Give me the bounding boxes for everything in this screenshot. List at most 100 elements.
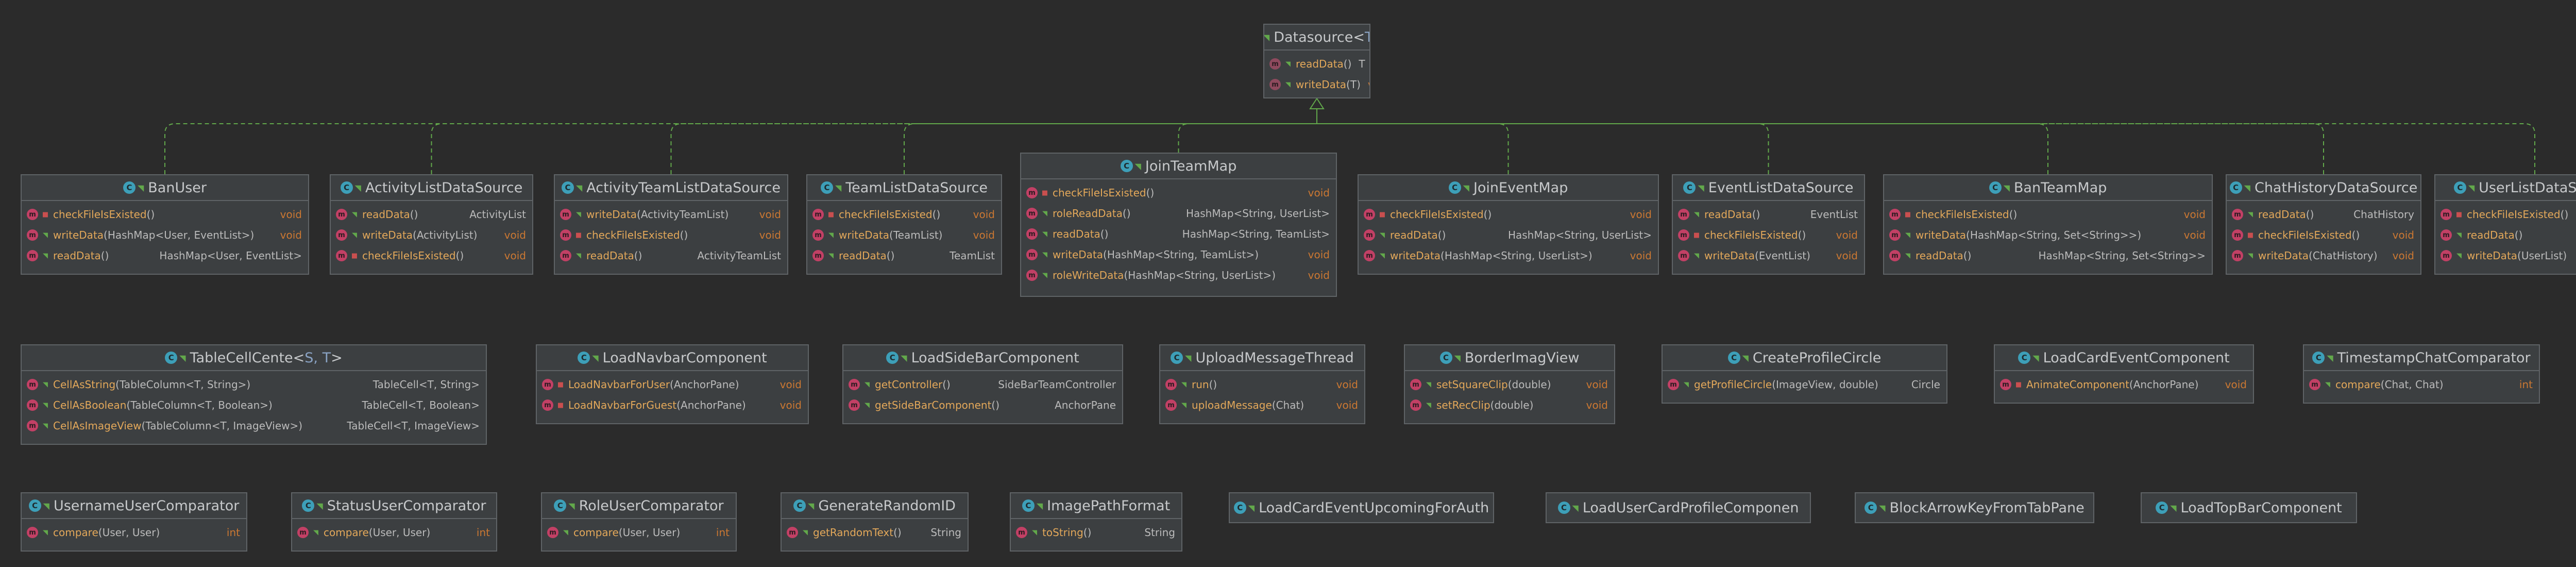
join-team-map-class[interactable]: C ◥ JoinTeamMap m ■ checkFileIsExisted() void m… — [1020, 153, 1337, 297]
join-event-map-class[interactable]: C ◥ JoinEventMap m ■ checkFileIsExisted() void… — [1358, 174, 1659, 275]
method-row[interactable]: m■checkFileIsExisted()void — [555, 225, 787, 245]
block-arrow-key-from-tab-pane-class[interactable]: C ◥ BlockArrowKeyFromTabPane — [1855, 492, 2094, 523]
method-row[interactable]: m ◥ writeData(T) void — [1264, 74, 1369, 95]
class-header: C ◥ ActivityListDataSource — [331, 175, 532, 201]
load-side-bar-component-class[interactable]: C ◥ LoadSideBarComponent m ◥ getController() S… — [842, 344, 1123, 424]
team-list-data-source-class[interactable]: C ◥ TeamListDataSource m ■ checkFileIsExisted… — [806, 174, 1002, 275]
method-row[interactable]: m ◥ writeData (HashMap<String, Set<String>>… — [1884, 225, 2212, 245]
public-visibility-icon: ◥ — [2456, 231, 2462, 239]
method-icon: m — [1026, 270, 1038, 281]
method-params: () — [2306, 208, 2314, 221]
class-icon: C — [1448, 181, 1461, 194]
activity-list-data-source-class[interactable]: C ◥ ActivityListDataSource m ◥ readData() Acti… — [330, 174, 533, 275]
method-row[interactable]: m ■ LoadNavbarForGuest (AnchorPane) void — [537, 395, 808, 415]
method-row[interactable]: m■checkFileIsExisted()void — [331, 245, 532, 266]
private-lock-icon: ■ — [557, 380, 564, 389]
load-card-event-upcoming-for-author-class[interactable]: C ◥ LoadCardEventUpcomingForAuth — [1229, 492, 1494, 523]
generate-random-id-class[interactable]: C ◥ GenerateRandomID m ◥ getRandomText() Strin… — [781, 492, 969, 552]
event-list-data-source-class[interactable]: C ◥ EventListDataSource m ◥ readData() EventLi… — [1672, 174, 1865, 275]
method-row[interactable]: m■checkFileIsExisted()void — [1021, 182, 1336, 203]
timestamp-chat-comparator-class[interactable]: C ◥ TimestampChatComparator m ◥ compare (Chat,… — [2303, 344, 2540, 404]
load-card-event-component-class[interactable]: C ◥ LoadCardEventComponent m ■ AnimateCompone… — [1994, 344, 2254, 404]
method-row[interactable]: m ◥ roleWriteData (HashMap<String, UserList… — [1021, 265, 1336, 286]
method-row[interactable]: m ◥ readData() HashMap<User, EventList> — [22, 245, 308, 266]
method-row[interactable]: m◥readData()UserList — [2435, 225, 2576, 245]
upload-message-thread-class[interactable]: C ◥ UploadMessageThread m ◥ run() void m ◥ upload… — [1159, 344, 1365, 424]
method-row[interactable]: m ◥ readData() ActivityTeamList — [555, 245, 787, 266]
method-row[interactable]: m ◥ writeData (HashMap<String, TeamList>) vo… — [1021, 244, 1336, 265]
ban-team-map-class[interactable]: C ◥ BanTeamMap m ■ checkFileIsExisted() void m ◥… — [1883, 174, 2213, 275]
ban-user-class[interactable]: C ◥ BanUser m ■ checkFileIsExisted() void m ◥ wri… — [21, 174, 309, 275]
method-row[interactable]: m ◥ readData() ChatHistory — [2227, 204, 2420, 225]
private-lock-icon: ■ — [1904, 210, 1911, 219]
method-row[interactable]: m ■ LoadNavbarForUser (AnchorPane) void — [537, 374, 808, 395]
member-list: m ◥ writeData (ActivityTeamList) void m ■ check… — [555, 201, 787, 266]
image-path-format-class[interactable]: C ◥ ImagePathFormat m ◥ toString() String — [1010, 492, 1182, 552]
activity-team-list-data-source-class[interactable]: C ◥ ActivityTeamListDataSource m ◥ writeData(… — [554, 174, 788, 275]
method-row[interactable]: m ◥ compare (User, User) int — [292, 522, 496, 543]
return-type: void — [1336, 378, 1358, 391]
load-navbar-component-class[interactable]: C ◥ LoadNavbarComponent m ■ LoadNavbarForUser… — [536, 344, 809, 424]
return-type: void — [280, 208, 302, 221]
method-row[interactable]: m ◥ readData() HashMap<String, TeamList> — [1021, 224, 1336, 244]
method-name: readData — [2258, 208, 2306, 221]
method-row[interactable]: m ◥ writeData (ChatHistory) void — [2227, 245, 2420, 266]
method-icon: m — [1269, 58, 1281, 70]
status-user-comparator-class[interactable]: C ◥ StatusUserComparator m ◥ compare (User, Us… — [291, 492, 497, 552]
method-row[interactable]: m ◥ CellAsString (TableColumn<T, String>) Ta… — [22, 374, 486, 395]
method-row[interactable]: m ◥ readData() EventList — [1673, 204, 1864, 225]
member-list: m ◥ getController() SideBarTeamController m ◥… — [843, 371, 1122, 415]
method-row[interactable]: m ◥ run() void — [1160, 374, 1364, 395]
method-row[interactable]: m◥writeData(UserList)void — [2435, 245, 2576, 266]
method-row[interactable]: m ■ AnimateComponent (AnchorPane) void — [1995, 374, 2253, 395]
method-row[interactable]: m ◥ CellAsImageView (TableColumn<T, ImageVi… — [22, 415, 486, 436]
method-row[interactable]: m ◥ writeData (ActivityTeamList) void — [555, 204, 787, 225]
method-row[interactable]: m ◥ getProfileCircle (ImageView, double) Cir… — [1663, 374, 1946, 395]
method-row[interactable]: m ◥ readData() HashMap<String, Set<String>> — [1884, 245, 2212, 266]
method-row[interactable]: m■checkFileIsExisted()void — [1884, 204, 2212, 225]
table-cell-center-class[interactable]: C ◥ TableCellCente<S, T> m ◥ CellAsString (Tab… — [21, 344, 487, 445]
method-row[interactable]: m ◥ readData() HashMap<String, UserList> — [1359, 225, 1658, 245]
method-row[interactable]: m ◥ compare (Chat, Chat) int — [2304, 374, 2539, 395]
create-profile-circle-class[interactable]: C ◥ CreateProfileCircle m ◥ getProfileCircle(… — [1662, 344, 1947, 404]
method-row[interactable]: m ◥ writeData (TeamList) void — [807, 225, 1001, 245]
method-row[interactable]: m■checkFileIsExisted()void — [1359, 204, 1658, 225]
datasource-interface[interactable]: I◥Datasource<T>m◥readData()Tm◥writeData(… — [1263, 24, 1370, 98]
chat-history-data-source-class[interactable]: C ◥ ChatHistoryDataSource m ◥ readData() ChatH… — [2226, 174, 2421, 275]
username-user-comparator-class[interactable]: C ◥ UsernameUserComparator m ◥ compare (User, … — [21, 492, 247, 552]
method-row[interactable]: m ◥ getRandomText() String — [782, 522, 968, 543]
border-imag-view-class[interactable]: C ◥ BorderImagView m ◥ setSquareClip (double) v… — [1404, 344, 1615, 424]
method-row[interactable]: m ◥ readData() ActivityList — [331, 204, 532, 225]
return-type: void — [1308, 187, 1330, 199]
method-row[interactable]: m ◥ getController() SideBarTeamController — [843, 374, 1122, 395]
method-row[interactable]: m ◥ compare (User, User) int — [22, 522, 246, 543]
method-row[interactable]: m ◥ writeData (ActivityList) void — [331, 225, 532, 245]
method-row[interactable]: m ◥ setSquareClip (double) void — [1405, 374, 1614, 395]
method-row[interactable]: m ◥ writeData (HashMap<User, EventList>) voi… — [22, 225, 308, 245]
method-row[interactable]: m ◥ toString() String — [1011, 522, 1181, 543]
method-row[interactable]: m■checkFileIsExisted()void — [1673, 225, 1864, 245]
method-row[interactable]: m■checkFileIsExisted()void — [2435, 204, 2576, 225]
return-type: void — [759, 208, 781, 221]
method-row[interactable]: m ◥ readData() TeamList — [807, 245, 1001, 266]
method-row[interactable]: m■checkFileIsExisted()void — [22, 204, 308, 225]
method-row[interactable]: m■checkFileIsExisted()void — [807, 204, 1001, 225]
public-visibility-icon: ◥ — [1694, 210, 1699, 219]
role-user-comparator-class[interactable]: C ◥ RoleUserComparator m ◥ compare (User, User… — [541, 492, 737, 552]
method-row[interactable]: m ◥ uploadMessage (Chat) void — [1160, 395, 1364, 415]
method-icon: m — [2232, 229, 2243, 241]
method-row[interactable]: m ◥ writeData (HashMap<String, UserList>) vo… — [1359, 245, 1658, 266]
method-row[interactable]: m ◥ getSideBarComponent() AnchorPane — [843, 395, 1122, 415]
method-row[interactable]: m ◥ CellAsBoolean (TableColumn<T, Boolean>)… — [22, 395, 486, 415]
load-top-bar-component-class[interactable]: C ◥ LoadTopBarComponent — [2141, 492, 2357, 523]
public-visibility-icon: ◥ — [592, 353, 599, 363]
method-row[interactable]: m ◥ setRecClip (double) void — [1405, 395, 1614, 415]
user-list-data-source-class[interactable]: C◥UserListDataSourcem■checkFileIsExisted… — [2434, 174, 2576, 275]
load-user-card-profile-component-class[interactable]: C ◥ LoadUserCardProfileComponen — [1546, 492, 1811, 523]
class-header: C ◥ BlockArrowKeyFromTabPane — [1856, 493, 2093, 522]
method-row[interactable]: m ◥ readData() T — [1264, 54, 1369, 74]
method-row[interactable]: m ◥ compare (User, User) int — [542, 522, 736, 543]
method-row[interactable]: m ◥ roleReadData() HashMap<String, UserList… — [1021, 203, 1336, 224]
method-row[interactable]: m ◥ writeData (EventList) void — [1673, 245, 1864, 266]
method-row[interactable]: m■checkFileIsExisted()void — [2227, 225, 2420, 245]
